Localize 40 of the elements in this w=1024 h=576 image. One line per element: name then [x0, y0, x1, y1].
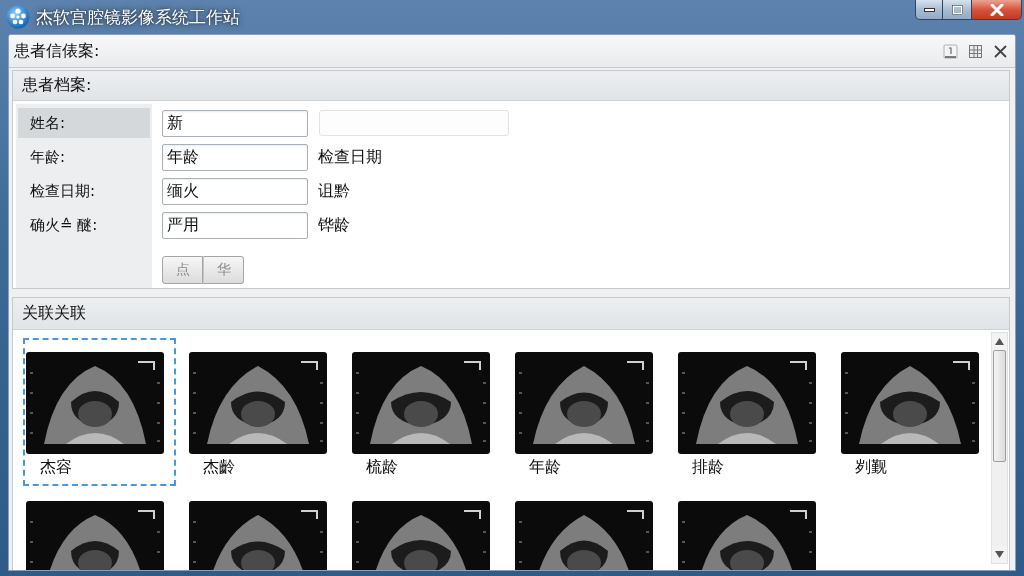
grid-icon[interactable]	[968, 43, 983, 59]
app-logo-icon	[6, 5, 30, 29]
scrollbar-thumb[interactable]	[993, 350, 1006, 462]
close-icon[interactable]	[993, 43, 1008, 59]
up-arrow-icon	[995, 338, 1004, 345]
maximize-button[interactable]	[943, 0, 972, 20]
text-field[interactable]: 新	[162, 109, 308, 137]
field-text: 铧龄	[318, 214, 350, 236]
minimize-icon	[923, 7, 935, 12]
field-label: 姓名:	[18, 108, 150, 138]
panel-title: 患者信俵案:	[14, 40, 100, 62]
field-label: 年龄:	[29, 146, 67, 168]
field-label: 确火≙ 醚:	[29, 214, 99, 236]
thumbnail-caption: 排龄	[692, 457, 724, 477]
thumbnail-item[interactable]: 排龄	[675, 338, 828, 486]
text-field[interactable]: 缅火	[162, 177, 308, 205]
maximize-icon	[951, 4, 963, 15]
close-button[interactable]	[972, 0, 1022, 20]
thumbnail-item[interactable]: 杰容	[23, 338, 176, 486]
thumbnail-caption: 杰容	[40, 457, 72, 477]
dock-icon[interactable]	[943, 43, 958, 59]
thumbnail-caption: 刿觐	[855, 457, 887, 477]
field-label: 检查日期:	[29, 180, 97, 202]
thumbnail-item[interactable]: 梳龄	[349, 338, 502, 486]
down-arrow-icon	[995, 551, 1004, 558]
thumbnail-item[interactable]: 刿觐	[838, 338, 991, 486]
field-text: 诅黔	[318, 180, 350, 202]
thumbnail-item[interactable]: 年龄	[512, 338, 665, 486]
close-icon	[989, 3, 1004, 16]
thumbnail-caption: 梳龄	[366, 457, 398, 477]
thumbnail-item[interactable]: 杰齡	[186, 338, 339, 486]
minimize-button[interactable]	[915, 0, 943, 20]
section-title: 患者档案:	[22, 75, 92, 96]
thumbnail-caption: 年龄	[529, 457, 561, 477]
field-text: 检查日期	[318, 146, 382, 168]
section-title: 关联关联	[22, 303, 86, 324]
text-field[interactable]: 年龄	[162, 143, 308, 171]
text-field[interactable]: 严用	[162, 211, 308, 239]
window-title: 杰软宫腔镜影像系统工作站	[36, 8, 240, 26]
thumbnail-caption: 杰齡	[203, 457, 235, 477]
